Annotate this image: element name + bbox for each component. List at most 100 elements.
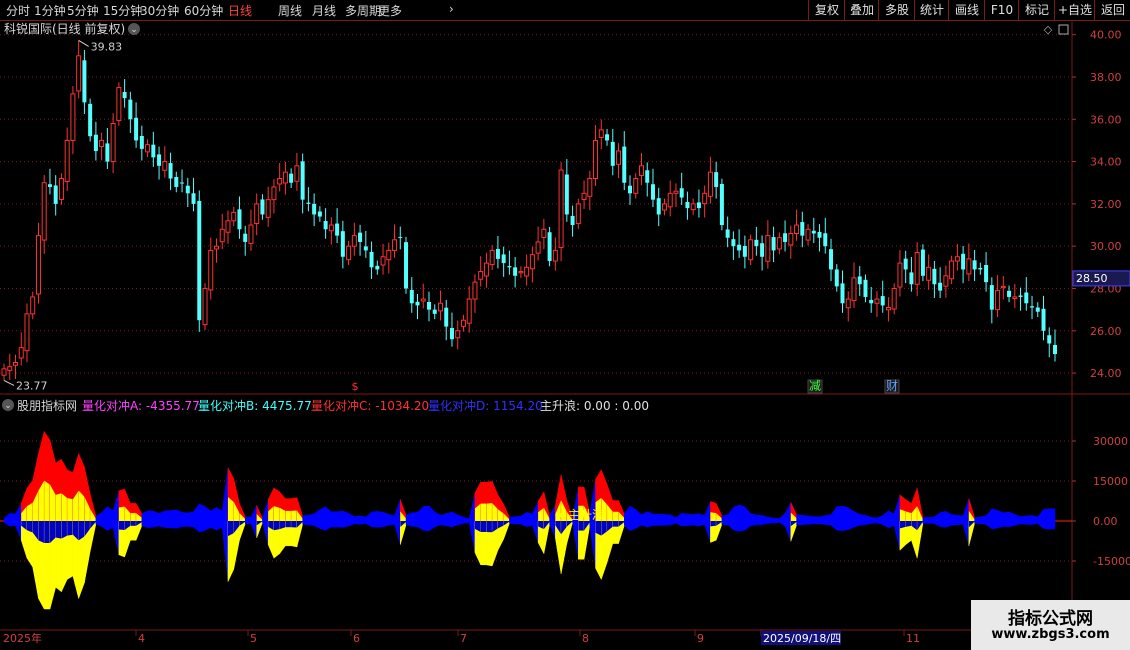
- candle-body-up: [667, 192, 673, 208]
- candle-body-up: [874, 298, 880, 304]
- candle-body-down: [180, 182, 185, 184]
- indicator-area-bottom: [176, 520, 183, 529]
- candle-body-up: [116, 87, 122, 122]
- indicator-area-bottom: [939, 520, 947, 528]
- indicator-area-top: [675, 512, 682, 522]
- indicator-area-top: [532, 501, 539, 522]
- watermark-line2: www.zbgs3.com: [991, 627, 1110, 642]
- indicator-area-top: [147, 510, 154, 522]
- candle-body-up: [478, 271, 484, 280]
- candle-body-down: [610, 141, 615, 166]
- indicator-area-bottom: [302, 520, 309, 526]
- candle-body-up: [219, 228, 225, 243]
- annotation-dot: [559, 513, 563, 517]
- candle-body-down: [495, 248, 500, 259]
- candle-body-up: [966, 258, 972, 275]
- indicator-area-bottom: [101, 520, 108, 531]
- candle-body-down: [725, 229, 730, 238]
- candle-body-down: [737, 244, 742, 251]
- candle-body-up: [598, 129, 604, 138]
- candle-body-up: [213, 245, 219, 250]
- candle-body-down: [989, 285, 994, 310]
- indicator-area-top: [216, 506, 223, 522]
- candle-body-up: [99, 139, 105, 148]
- indicator-area-top: [750, 513, 757, 522]
- indicator-area-top: [733, 504, 740, 522]
- indicator-area-top: [308, 513, 315, 522]
- candle-body-down: [426, 302, 431, 310]
- indicator-area-bottom: [428, 520, 435, 532]
- indicator-area-bottom: [411, 520, 418, 527]
- indicator-area-top: [664, 514, 671, 522]
- indicator-area-bottom: [336, 520, 344, 528]
- x-axis-label: 5: [250, 632, 257, 645]
- indicator-area-top: [526, 511, 533, 522]
- candle-body-up: [41, 182, 47, 241]
- candle-body-down: [300, 161, 305, 200]
- indicator-area-top: [991, 508, 998, 522]
- indicator-area-bottom: [451, 520, 458, 528]
- indicator-area-bottom: [882, 520, 889, 529]
- candle-body-down: [312, 203, 317, 215]
- candle-body-up: [162, 161, 168, 171]
- indicator-area-top: [865, 515, 872, 522]
- candle-body-down: [628, 185, 633, 194]
- indicator-area-top: [9, 512, 16, 522]
- indicator-name: 股朋指标网: [17, 398, 77, 413]
- indicator-area-bottom: [112, 520, 120, 555]
- indicator-area-bottom: [773, 520, 780, 524]
- candle-body-down: [122, 92, 127, 99]
- dropdown-chevron-glyph: ⌄: [130, 25, 138, 35]
- candle-body-up: [294, 165, 300, 182]
- candle-body-up: [954, 256, 960, 262]
- indicator-area-bottom: [216, 520, 223, 531]
- candle-body-up: [328, 224, 334, 232]
- indicator-area-inner-bottom: [67, 521, 73, 536]
- candle-body-up: [110, 123, 116, 163]
- y-tick-label: 26.00: [1090, 325, 1122, 338]
- candle-body-down: [800, 222, 805, 236]
- candle-body-up: [386, 249, 392, 261]
- kline-chart: 40.0038.0036.0034.0032.0030.0028.0026.00…: [0, 20, 1130, 650]
- indicator-area-top: [509, 516, 516, 522]
- indicator-area-inner: [55, 493, 62, 521]
- indicator-area-bottom: [807, 520, 815, 525]
- candle-body-down: [1018, 295, 1023, 297]
- indicator-area-bottom: [244, 520, 252, 525]
- indicator-area-bottom: [572, 520, 579, 560]
- candle-body-down: [444, 307, 449, 327]
- candle-body-up: [926, 266, 932, 281]
- indicator-area-top: [141, 510, 148, 522]
- indicator-area-top: [371, 511, 378, 522]
- indicator-area-bottom: [721, 520, 728, 526]
- indicator-area-top: [641, 511, 648, 522]
- candle-body-up: [851, 277, 857, 302]
- indicator-area-bottom: [744, 520, 751, 531]
- indicator-area-top: [405, 512, 413, 522]
- indicator-area-top: [348, 512, 355, 522]
- indicator-area-top: [377, 511, 384, 522]
- indicator-area-top: [853, 511, 860, 522]
- indicator-area-bottom: [922, 520, 929, 524]
- candle-body-down: [622, 146, 627, 183]
- indicator-area-bottom: [354, 520, 361, 525]
- candle-body-up: [35, 235, 41, 295]
- indicator-area-bottom: [107, 520, 114, 531]
- indicator-area-inner-bottom: [612, 521, 619, 527]
- candle-body-down: [174, 177, 179, 187]
- indicator-area-top: [244, 516, 252, 522]
- candle-body-down: [696, 202, 701, 209]
- indicator-area-bottom: [1026, 520, 1033, 525]
- indicator-area-bottom: [629, 520, 636, 532]
- indicator-area-top: [997, 509, 1004, 522]
- indicator-area-top: [199, 503, 206, 522]
- indicator-area-top: [859, 513, 866, 522]
- candle-body-up: [346, 245, 352, 261]
- indicator-area-bottom: [147, 520, 154, 528]
- indicator-area-top: [779, 512, 786, 522]
- indicator-area-bottom: [664, 520, 671, 526]
- candle-body-up: [673, 190, 679, 194]
- candle-body-down: [903, 258, 908, 270]
- candle-body-up: [518, 271, 524, 274]
- candle-body-up: [76, 55, 82, 92]
